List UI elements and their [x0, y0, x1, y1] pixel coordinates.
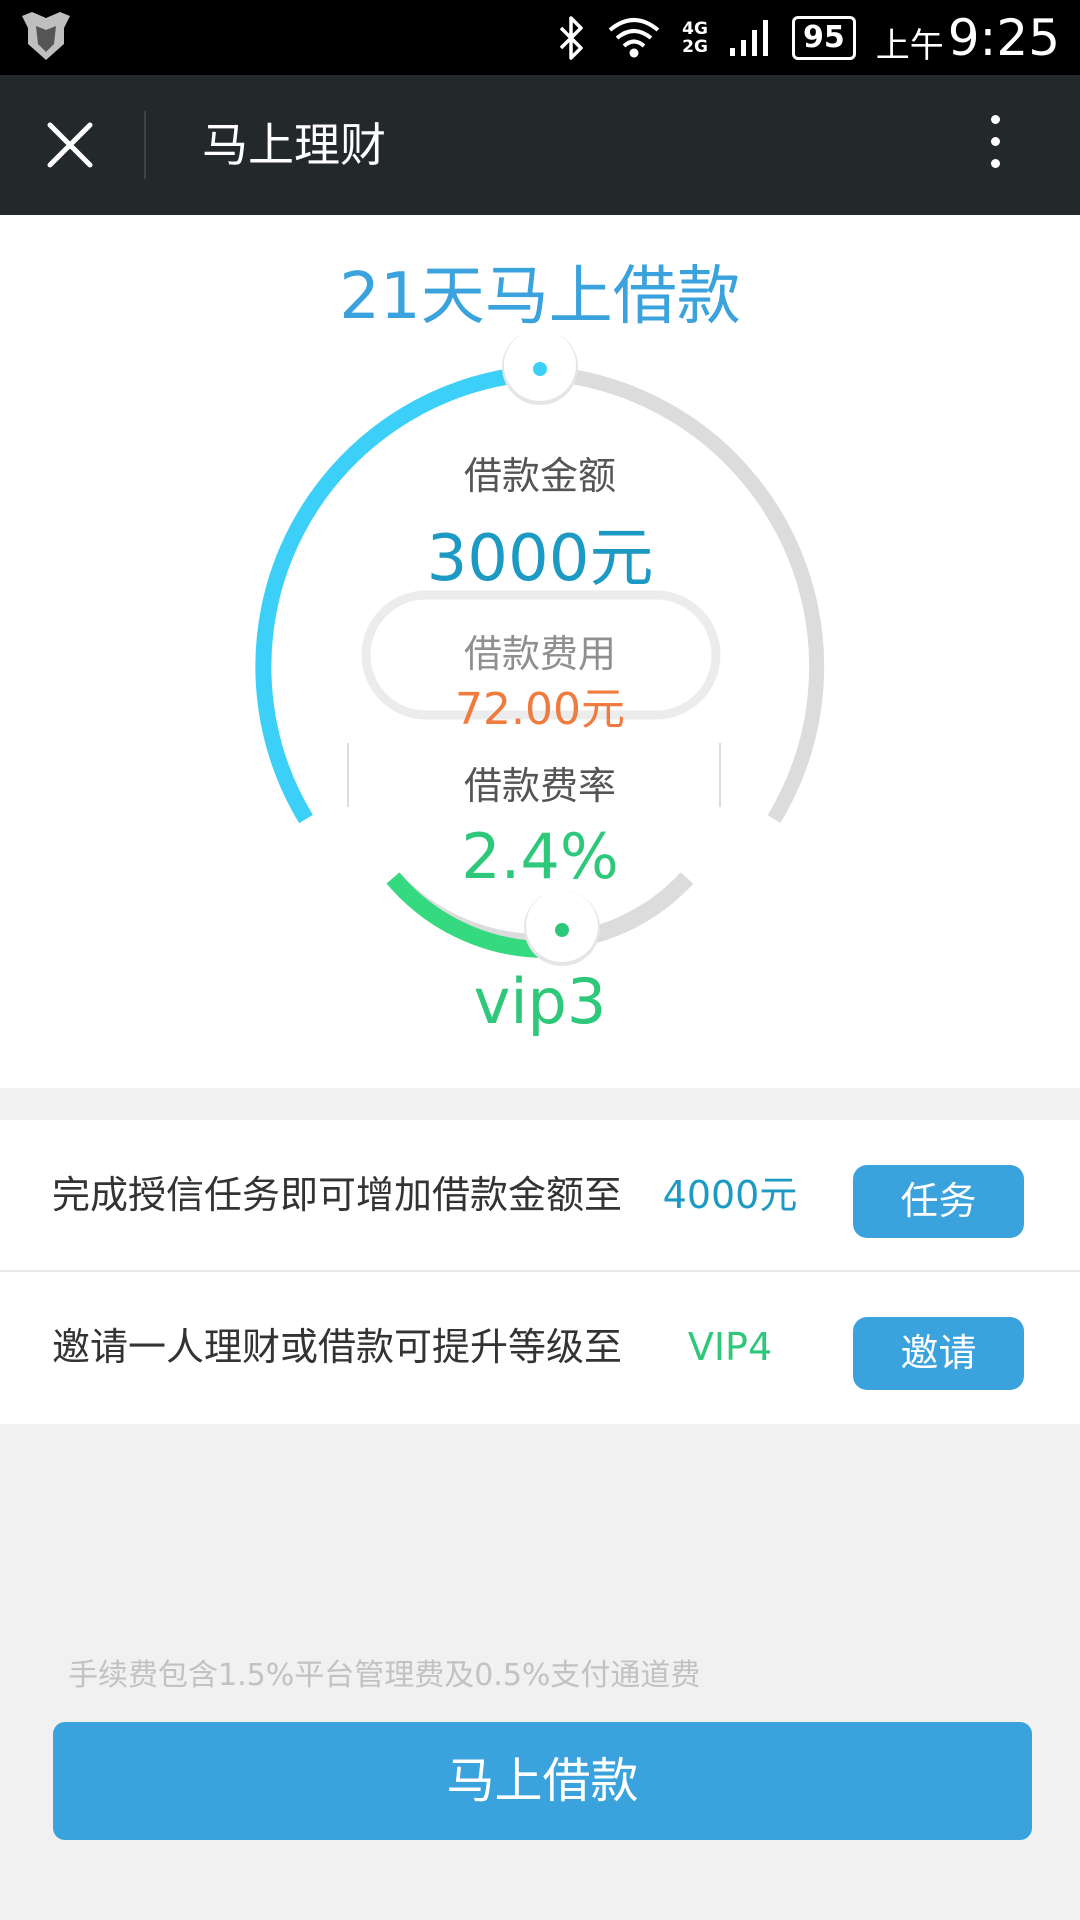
invite-button[interactable]: 邀请: [853, 1317, 1024, 1390]
clock-ampm: 上午: [875, 25, 944, 66]
wifi-icon: [608, 17, 660, 57]
amount-label: 借款金额: [463, 454, 616, 498]
shield-icon: [22, 12, 70, 60]
loan-headline: 21天马上借款: [339, 260, 741, 334]
rate-value: 2.4%: [461, 820, 619, 893]
vip-slider-handle[interactable]: [524, 890, 600, 966]
clock-time: 9:25: [947, 8, 1060, 67]
amount-value: 3000元: [426, 522, 654, 596]
battery-indicator: 95: [791, 15, 856, 60]
task-description: 完成授信任务即可增加借款金额至: [52, 1173, 623, 1217]
task-row-credit: 完成授信任务即可增加借款金额至 4000元 任务: [0, 1120, 1080, 1272]
task-value: 4000元: [662, 1173, 798, 1217]
loan-card: 21天马上借款 借款金额 3000元 借款费用 72.00元 借款费率 2.4%…: [0, 215, 1080, 1088]
fee-footnote: 手续费包含1.5%平台管理费及0.5%支付通道费: [68, 1658, 701, 1693]
fee-value: 72.00元: [455, 684, 625, 735]
network-4g: 4G: [682, 18, 708, 39]
close-icon[interactable]: [45, 120, 95, 170]
task-list: 完成授信任务即可增加借款金额至 4000元 任务 邀请一人理财或借款可提升等级至…: [0, 1120, 1080, 1424]
task-row-invite: 邀请一人理财或借款可提升等级至 VIP4 邀请: [0, 1272, 1080, 1422]
task-button[interactable]: 任务: [853, 1165, 1024, 1238]
status-bar: 4G 2G 95 上午 9:25: [0, 0, 1080, 75]
network-type: 4G 2G: [682, 20, 708, 56]
more-vertical-icon[interactable]: [980, 115, 1010, 175]
bluetooth-icon: [559, 15, 583, 60]
app-bar: 马上理财: [0, 75, 1080, 215]
network-2g: 2G: [682, 36, 708, 57]
clock: 上午 9:25: [876, 9, 1060, 67]
page-title: 马上理财: [202, 118, 386, 172]
rate-label: 借款费率: [463, 764, 616, 808]
invite-value: VIP4: [687, 1325, 773, 1369]
vip-level: vip3: [473, 965, 607, 1038]
signal-icon: [729, 19, 768, 56]
borrow-now-button[interactable]: 马上借款: [53, 1722, 1032, 1840]
app-bar-divider: [144, 111, 146, 179]
invite-description: 邀请一人理财或借款可提升等级至: [52, 1325, 623, 1369]
fee-label: 借款费用: [463, 632, 616, 676]
amount-slider-handle[interactable]: [502, 329, 578, 405]
